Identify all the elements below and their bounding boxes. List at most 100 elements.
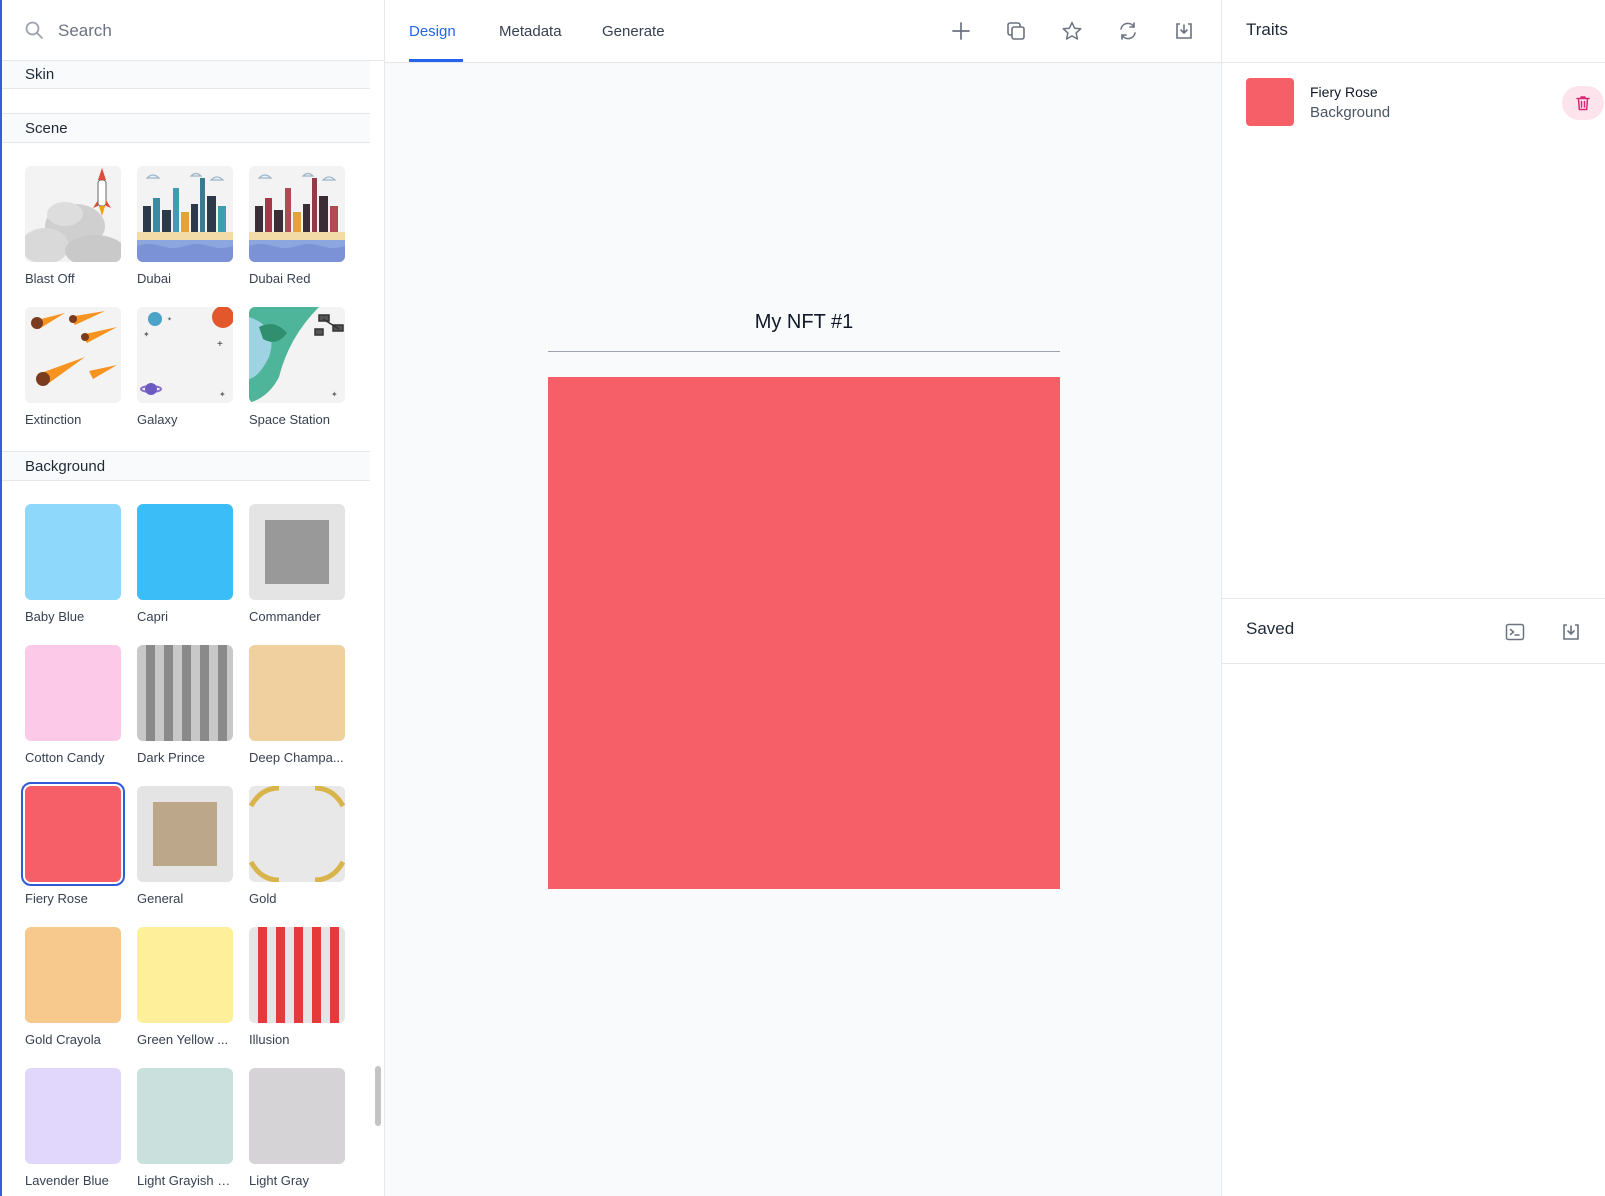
- search-input[interactable]: [56, 14, 360, 48]
- stripe: [294, 927, 303, 1023]
- stripe: [146, 645, 155, 741]
- background-tile-lavender-blue[interactable]: Lavender Blue: [25, 1068, 121, 1196]
- stripe: [276, 927, 285, 1023]
- saved-title: Saved: [1246, 619, 1295, 638]
- background-grid: Baby Blue Capri Commander Cotton Candy Dark …: [2, 481, 370, 1196]
- background-tile-illusion[interactable]: Illusion: [249, 927, 345, 1068]
- duplicate-button[interactable]: [1002, 17, 1030, 45]
- scene-grid: Blast Off Dubai Dubai Red Extinction + ✦…: [2, 143, 370, 448]
- traits-header: Traits: [1222, 0, 1605, 63]
- background-thumbnail: [137, 645, 233, 741]
- tile-label: Deep Champa...: [249, 750, 344, 765]
- design-area: Design Metadata Generate My NFT #1: [385, 0, 1221, 1196]
- sidebar-scrollbar-thumb[interactable]: [375, 1066, 381, 1126]
- background-tile-commander[interactable]: Commander: [249, 504, 345, 645]
- tile-label: Dark Prince: [137, 750, 205, 765]
- background-thumbnail: [137, 1068, 233, 1164]
- background-thumbnail: [249, 927, 345, 1023]
- tile-label: Extinction: [25, 412, 82, 427]
- stripe: [200, 645, 209, 741]
- inner-square: [265, 520, 329, 584]
- background-tile-deep-champa[interactable]: Deep Champa...: [249, 645, 345, 786]
- scene-tile-space-station[interactable]: ✦ Space Station: [249, 307, 345, 448]
- stripe: [164, 645, 173, 741]
- refresh-icon: [1120, 22, 1136, 40]
- tile-label: Capri: [137, 609, 169, 624]
- background-tile-general[interactable]: General: [137, 786, 233, 927]
- tile-label: Blast Off: [25, 271, 75, 286]
- nft-title[interactable]: My NFT #1: [548, 311, 1060, 334]
- background-tile-fiery-rose[interactable]: Fiery Rose: [21, 782, 125, 927]
- tile-label: Dubai Red: [249, 271, 311, 286]
- svg-text:+: +: [217, 339, 223, 350]
- tile-label: Cotton Candy: [25, 750, 105, 765]
- saved-list: [1222, 663, 1605, 1196]
- gold-ornament: [249, 786, 345, 882]
- trait-color-swatch: [1246, 78, 1294, 126]
- tab-generate[interactable]: Generate: [602, 0, 665, 62]
- scene-tile-galaxy[interactable]: + ✦ ✦ ✦ Galaxy: [137, 307, 233, 448]
- stripe: [218, 645, 227, 741]
- trait-name: Fiery Rose: [1310, 84, 1378, 100]
- star-icon: [1062, 21, 1082, 40]
- background-tile-capri[interactable]: Capri: [137, 504, 233, 645]
- favorite-button[interactable]: [1058, 17, 1086, 45]
- export-code-button[interactable]: [1502, 619, 1528, 645]
- background-thumbnail: [25, 1068, 121, 1164]
- stripe: [312, 927, 321, 1023]
- refresh-button[interactable]: [1114, 17, 1142, 45]
- background-tile-gold-crayola[interactable]: Gold Crayola: [25, 927, 121, 1068]
- svg-text:✦: ✦: [331, 390, 338, 399]
- background-tile-green-yellow[interactable]: Green Yellow ...: [137, 927, 233, 1068]
- background-thumbnail: [249, 645, 345, 741]
- trash-icon: [1576, 96, 1590, 111]
- trait-list[interactable]: Skin Scene Blast Off Dubai Dubai Red Ext…: [2, 61, 370, 1196]
- download-icon: [1176, 23, 1192, 39]
- tile-label: Light Grayish Cyan: [137, 1173, 237, 1188]
- tile-label: Illusion: [249, 1032, 290, 1047]
- tile-label: Light Gray: [249, 1173, 309, 1188]
- sidebar-scrollbar[interactable]: [372, 61, 382, 1196]
- delete-trait-button[interactable]: [1562, 86, 1604, 120]
- background-tile-dark-prince[interactable]: Dark Prince: [137, 645, 233, 786]
- scene-tile-dubai-red[interactable]: Dubai Red: [249, 166, 345, 307]
- nft-preview-canvas: [548, 377, 1060, 889]
- trait-sidebar: Skin Scene: [2, 0, 385, 1196]
- scene-tile-blast-off[interactable]: Blast Off: [25, 166, 121, 307]
- tile-label: Commander: [249, 609, 321, 624]
- scene-tile-dubai[interactable]: Dubai: [137, 166, 233, 307]
- background-thumbnail: [25, 645, 121, 741]
- tile-label: Space Station: [249, 412, 330, 427]
- background-tile-gold[interactable]: Gold: [249, 786, 345, 927]
- scene-tile-extinction[interactable]: Extinction: [25, 307, 121, 448]
- tile-label: Gold Crayola: [25, 1032, 101, 1047]
- background-tile-light-grayish-cyan[interactable]: Light Grayish Cyan: [137, 1068, 237, 1196]
- background-tile-light-gray[interactable]: Light Gray: [249, 1068, 345, 1196]
- tab-metadata[interactable]: Metadata: [499, 0, 562, 62]
- background-tile-baby-blue[interactable]: Baby Blue: [25, 504, 121, 645]
- saved-header: Saved: [1222, 598, 1605, 664]
- stripe: [258, 927, 267, 1023]
- background-thumbnail: [249, 786, 345, 882]
- dubai-thumbnail: [137, 166, 233, 262]
- tile-label: General: [137, 891, 184, 906]
- svg-text:✦: ✦: [143, 330, 150, 339]
- add-button[interactable]: [947, 17, 975, 45]
- space-station-thumbnail: ✦: [249, 307, 345, 403]
- background-tile-cotton-candy[interactable]: Cotton Candy: [25, 645, 121, 786]
- section-header-skin: Skin: [2, 61, 370, 89]
- plus-icon: [952, 22, 970, 40]
- extinction-thumbnail: [25, 307, 121, 403]
- duplicate-icon: [1007, 22, 1025, 40]
- stripe: [182, 645, 191, 741]
- tile-label: Gold: [249, 891, 277, 906]
- tile-label: Lavender Blue: [25, 1173, 109, 1188]
- traits-title: Traits: [1246, 20, 1288, 39]
- active-tab-indicator: [409, 59, 463, 62]
- tile-label: Galaxy: [137, 412, 178, 427]
- download-button[interactable]: [1170, 17, 1198, 45]
- tab-design[interactable]: Design: [409, 0, 456, 62]
- svg-text:✦: ✦: [167, 316, 172, 323]
- skin-section-body: [2, 89, 370, 113]
- download-saved-button[interactable]: [1558, 619, 1584, 645]
